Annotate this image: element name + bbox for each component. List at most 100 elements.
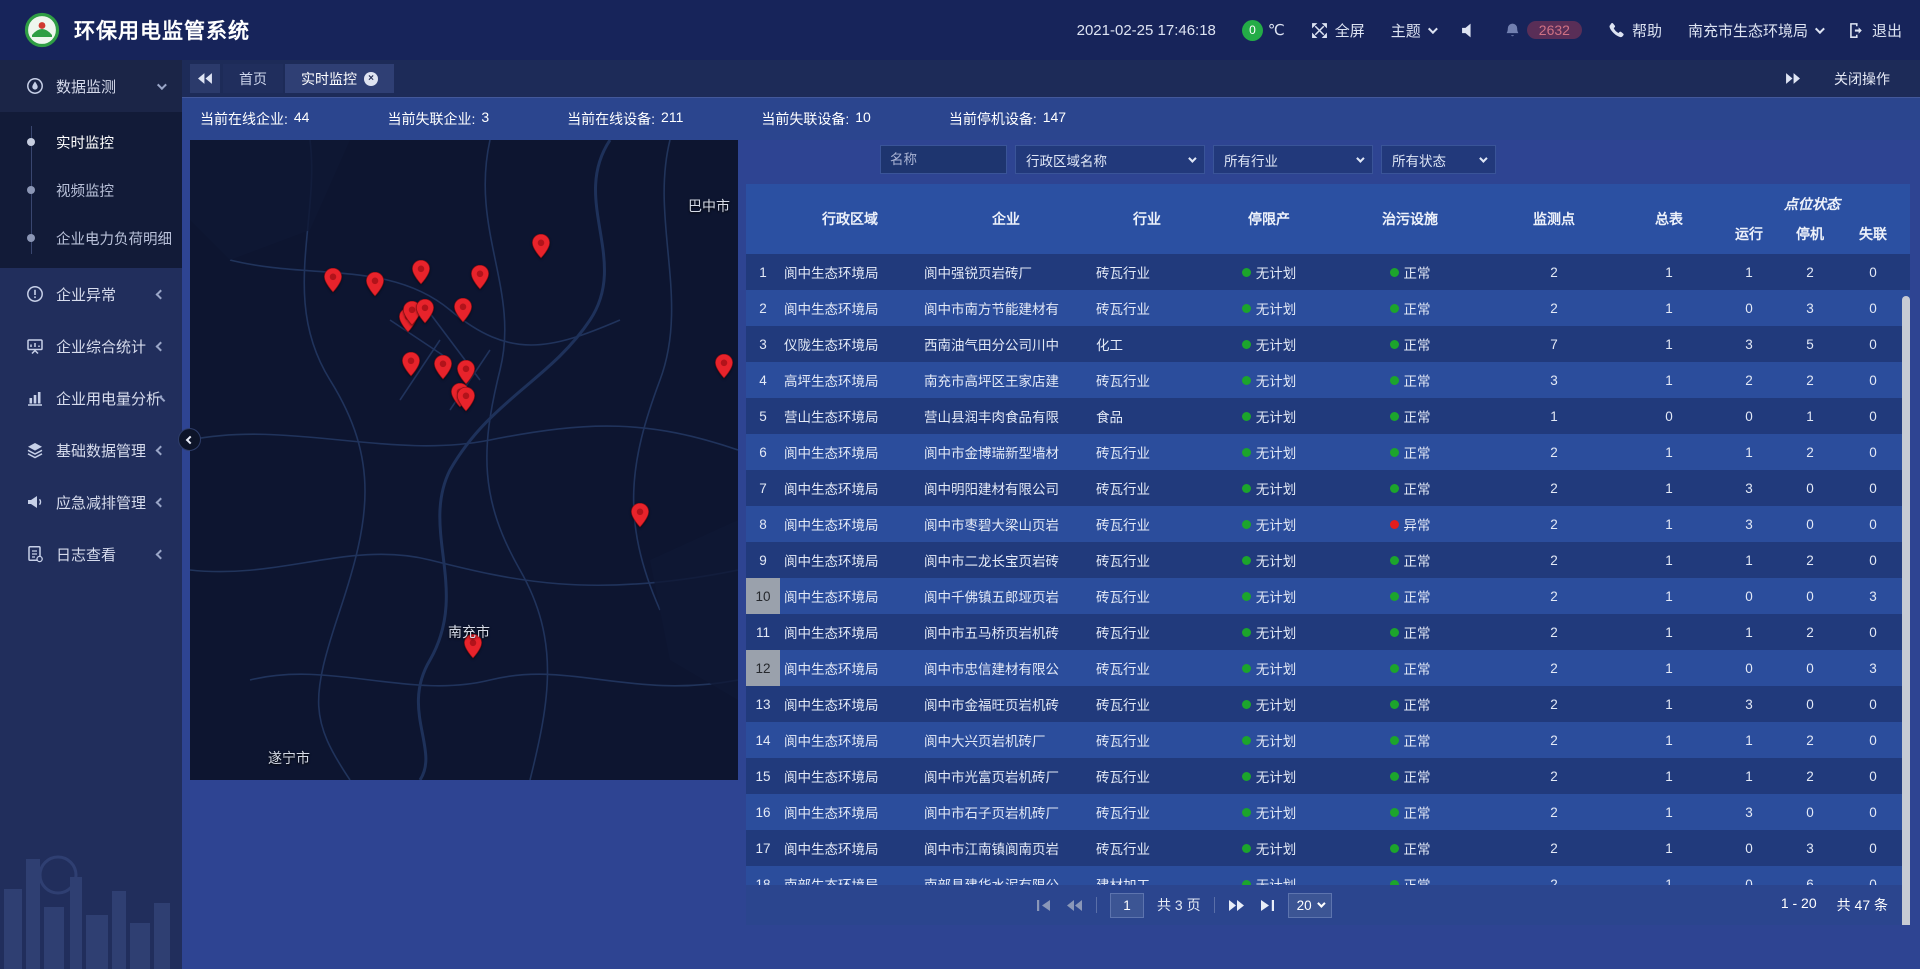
cell-facility-status: 正常 (1336, 694, 1484, 714)
map-pin-icon[interactable] (324, 268, 342, 293)
speaker-icon (1461, 22, 1478, 39)
cell-facility-status: 异常 (1336, 514, 1484, 534)
org-dropdown[interactable]: 南充市生态环境局 (1688, 20, 1822, 41)
cell-region: 阆中生态环境局 (780, 478, 920, 498)
map-pin-icon[interactable] (366, 272, 384, 297)
region-filter-select[interactable]: 行政区域名称 (1015, 145, 1205, 174)
table-row[interactable]: 13阆中生态环境局阆中市金福旺页岩机砖砖瓦行业无计划正常21300 (746, 686, 1910, 722)
page-size-select[interactable]: 20 (1288, 893, 1332, 918)
fullscreen-button[interactable]: 全屏 (1311, 20, 1365, 41)
table-row[interactable]: 11阆中生态环境局阆中市五马桥页岩机砖砖瓦行业无计划正常21120 (746, 614, 1910, 650)
table-row[interactable]: 7阆中生态环境局阆中明阳建材有限公司砖瓦行业无计划正常21300 (746, 470, 1910, 506)
cell-running: 1 (1714, 769, 1784, 784)
sidebar-item[interactable]: 基础数据管理 (0, 424, 182, 476)
sidebar-item[interactable]: 应急减排管理 (0, 476, 182, 528)
map-panel[interactable]: 巴中市南充市遂宁市 (190, 140, 738, 780)
cell-running: 3 (1714, 805, 1784, 820)
table-row[interactable]: 12阆中生态环境局阆中市忠信建材有限公砖瓦行业无计划正常21003 (746, 650, 1910, 686)
sound-toggle-button[interactable] (1461, 22, 1478, 39)
status-filter-select[interactable]: 所有状态 (1381, 145, 1496, 174)
stat-label: 当前失联企业: (387, 109, 475, 129)
status-dot-icon (1242, 556, 1251, 565)
stat-value: 44 (294, 109, 310, 129)
table-scrollbar[interactable] (1902, 296, 1910, 925)
next-page-button[interactable] (1228, 899, 1245, 912)
name-filter-input[interactable] (880, 145, 1007, 174)
table-row[interactable]: 16阆中生态环境局阆中市石子页岩机砖厂砖瓦行业无计划正常21300 (746, 794, 1910, 830)
notification-area[interactable]: 2632 (1504, 21, 1582, 39)
close-operations-button[interactable]: 关闭操作 (1834, 69, 1890, 89)
map-pin-icon[interactable] (532, 234, 550, 259)
map-pin-icon[interactable] (715, 354, 733, 379)
sidebar-subitem[interactable]: 实时监控 (0, 118, 182, 166)
cell-index: 13 (746, 686, 780, 722)
stat-value: 10 (855, 109, 871, 129)
chevron-down-icon (1356, 154, 1364, 162)
gauge-icon (26, 77, 44, 95)
last-page-button[interactable] (1258, 899, 1275, 912)
sidebar-subitem[interactable]: 视频监控 (0, 166, 182, 214)
cell-industry: 砖瓦行业 (1092, 586, 1202, 606)
first-page-button[interactable] (1036, 899, 1053, 912)
map-pin-icon[interactable] (471, 265, 489, 290)
cell-company: 营山县润丰肉食品有限 (920, 406, 1092, 426)
cell-points: 2 (1484, 697, 1624, 712)
status-dot-icon (1390, 268, 1399, 277)
table-row[interactable]: 6阆中生态环境局阆中市金博瑞新型墙材砖瓦行业无计划正常21120 (746, 434, 1910, 470)
logout-button[interactable]: 退出 (1848, 20, 1902, 41)
column-company: 企业 (920, 184, 1092, 254)
industry-filter-select[interactable]: 所有行业 (1213, 145, 1373, 174)
map-pin-icon[interactable] (457, 360, 475, 385)
cell-lost: 0 (1836, 733, 1910, 748)
tab-item[interactable]: 首页 (223, 64, 283, 93)
map-pin-icon[interactable] (631, 503, 649, 528)
map-pin-icon[interactable] (416, 299, 434, 324)
help-button[interactable]: 帮助 (1608, 20, 1662, 41)
sidebar-item[interactable]: 企业异常 (0, 268, 182, 320)
cell-running: 0 (1714, 841, 1784, 856)
map-pin-icon[interactable] (457, 387, 475, 412)
table-row[interactable]: 10阆中生态环境局阆中千佛镇五郎垭页岩砖瓦行业无计划正常21003 (746, 578, 1910, 614)
tab-close-icon[interactable]: × (364, 72, 378, 86)
cell-region: 阆中生态环境局 (780, 514, 920, 534)
double-chevron-right-icon[interactable] (1785, 73, 1800, 84)
table-row[interactable]: 17阆中生态环境局阆中市江南镇阆南页岩砖瓦行业无计划正常21030 (746, 830, 1910, 866)
table-row[interactable]: 14阆中生态环境局阆中大兴页岩机砖厂砖瓦行业无计划正常21120 (746, 722, 1910, 758)
map-pin-icon[interactable] (434, 355, 452, 380)
next-page-icon (1228, 899, 1245, 912)
table-row[interactable]: 3仪陇生态环境局西南油气田分公司川中化工无计划正常71350 (746, 326, 1910, 362)
temperature-value: 0 (1242, 20, 1263, 41)
page-number-input[interactable] (1110, 893, 1144, 918)
table-row[interactable]: 8阆中生态环境局阆中市枣碧大梁山页岩砖瓦行业无计划异常21300 (746, 506, 1910, 542)
table-header: 行政区域 企业 行业 停限产 治污设施 监测点 总表 点位状态 运行 停机 失联 (746, 184, 1910, 254)
table-row[interactable]: 5营山生态环境局营山县润丰肉食品有限食品无计划正常10010 (746, 398, 1910, 434)
cell-index: 3 (746, 326, 780, 362)
cell-stop-status: 无计划 (1202, 550, 1336, 570)
chevron-down-icon (157, 80, 167, 90)
cell-industry: 砖瓦行业 (1092, 622, 1202, 642)
tabs-scroll-left-button[interactable] (190, 64, 220, 93)
map-pin-icon[interactable] (454, 298, 472, 323)
sidebar-item[interactable]: 数据监测 (0, 60, 182, 112)
theme-dropdown[interactable]: 主题 (1391, 20, 1435, 41)
table-row[interactable]: 9阆中生态环境局阆中市二龙长宝页岩砖砖瓦行业无计划正常21120 (746, 542, 1910, 578)
cell-region: 高坪生态环境局 (780, 370, 920, 390)
tab-active[interactable]: 实时监控× (285, 64, 394, 93)
table-row[interactable]: 15阆中生态环境局阆中市光富页岩机砖厂砖瓦行业无计划正常21120 (746, 758, 1910, 794)
stat-label: 当前在线设备: (567, 109, 655, 129)
map-pin-icon[interactable] (402, 352, 420, 377)
cell-lost: 0 (1836, 697, 1910, 712)
sidebar-item[interactable]: 企业综合统计 (0, 320, 182, 372)
sidebar-subitem[interactable]: 企业电力负荷明细 (0, 214, 182, 262)
table-row[interactable]: 18南部生态环境局南部县建华水泥有限公建材加工无计划正常21060 (746, 866, 1910, 885)
sidebar-menu: 数据监测实时监控视频监控企业电力负荷明细企业异常企业综合统计企业用电量分析基础数… (0, 60, 182, 580)
cell-stop-status: 无计划 (1202, 694, 1336, 714)
previous-page-button[interactable] (1066, 899, 1083, 912)
table-row[interactable]: 2阆中生态环境局阆中市南方节能建材有砖瓦行业无计划正常21030 (746, 290, 1910, 326)
map-collapse-button[interactable] (178, 428, 201, 451)
sidebar-item[interactable]: 企业用电量分析 (0, 372, 182, 424)
sidebar-item[interactable]: 日志查看 (0, 528, 182, 580)
map-pin-icon[interactable] (412, 260, 430, 285)
table-row[interactable]: 4高坪生态环境局南充市高坪区王家店建砖瓦行业无计划正常31220 (746, 362, 1910, 398)
table-row[interactable]: 1阆中生态环境局阆中强锐页岩砖厂砖瓦行业无计划正常21120 (746, 254, 1910, 290)
